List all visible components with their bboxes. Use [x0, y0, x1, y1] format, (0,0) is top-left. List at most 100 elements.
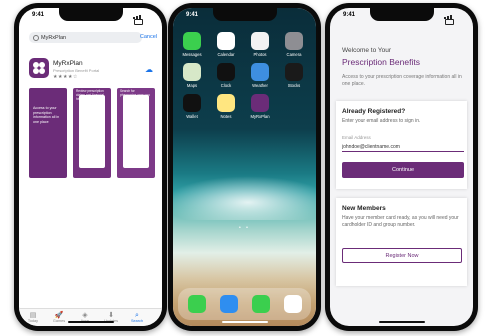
- maps-icon: [183, 63, 201, 81]
- app-label: Photos: [253, 52, 267, 57]
- messages-icon: [252, 295, 270, 313]
- app-weather[interactable]: Weather: [249, 63, 271, 88]
- search-icon: [33, 35, 39, 41]
- home-indicator[interactable]: [67, 321, 114, 323]
- screenshot-preview: [79, 95, 105, 168]
- app-label: Wallet: [186, 114, 198, 119]
- phone-app-store: 9:41 MyRxPlan Cancel MyRxPlan Prescripti…: [14, 3, 167, 331]
- app-screenshot-3[interactable]: Search for pharmacies near you: [117, 88, 155, 178]
- continue-button[interactable]: Continue: [342, 162, 464, 178]
- app-label: Camera: [286, 52, 302, 57]
- new-members-card: New Members Have your member card ready,…: [336, 198, 467, 286]
- screenshot-preview: [123, 95, 149, 168]
- intro-text: Access to your prescription coverage inf…: [342, 74, 462, 87]
- page-title: Prescription Benefits: [342, 57, 420, 67]
- apps-icon: ◈: [82, 312, 88, 319]
- tab-search[interactable]: ⌕ Search: [127, 312, 147, 323]
- tab-label: Search: [130, 319, 144, 323]
- app-label: MyRxPlan: [250, 114, 270, 119]
- messages-icon: [183, 32, 201, 50]
- registered-sub: Enter your email address to sign in.: [342, 118, 421, 124]
- benefits-screen: 9:41 Welcome to Your Prescription Benefi…: [330, 8, 473, 326]
- app-notes[interactable]: Notes: [215, 94, 237, 119]
- app-label: Clock: [220, 83, 232, 88]
- register-button[interactable]: Register Now: [342, 248, 462, 263]
- dock-app-music[interactable]: [282, 295, 304, 313]
- photos-icon: [251, 32, 269, 50]
- app-myrxplan[interactable]: MyRxPlan: [249, 94, 271, 119]
- registered-heading: Already Registered?: [342, 108, 406, 115]
- wallpaper-wave: [173, 176, 316, 220]
- camera-icon: [285, 32, 303, 50]
- notch: [369, 8, 434, 21]
- tab-today[interactable]: ▤ Today: [23, 312, 43, 323]
- app-label: Maps: [186, 83, 198, 88]
- notes-icon: [217, 94, 235, 112]
- notch: [58, 8, 123, 21]
- myrxplan-icon: [251, 94, 269, 112]
- status-time: 9:41: [343, 12, 356, 18]
- wallet-icon: [183, 94, 201, 112]
- app-clock[interactable]: Clock: [215, 63, 237, 88]
- search-input[interactable]: MyRxPlan: [29, 32, 142, 43]
- tab-label: Games: [52, 319, 66, 323]
- screenshot-caption: Access to your prescription information …: [33, 106, 60, 125]
- new-members-heading: New Members: [342, 205, 386, 212]
- home-indicator[interactable]: [378, 321, 425, 323]
- weather-icon: [251, 63, 269, 81]
- app-wallet[interactable]: Wallet: [181, 94, 203, 119]
- app-calendar[interactable]: Calendar: [215, 32, 237, 57]
- tab-bar: ▤Today 🚀Games ◈Apps ⬇Updates ⌕Search: [19, 308, 162, 326]
- tab-games[interactable]: 🚀 Games: [49, 312, 69, 323]
- calendar-icon: [217, 32, 235, 50]
- page-indicator: • •: [239, 225, 250, 231]
- welcome-text: Welcome to Your: [342, 47, 392, 54]
- games-icon: 🚀: [54, 312, 64, 319]
- safari-icon: [220, 295, 238, 313]
- dock-app-messages[interactable]: [250, 295, 272, 313]
- home-screen: 9:41 Messages Calendar Photos Camera Maps Clo…: [173, 8, 316, 326]
- new-members-sub: Have your member card ready, as you will…: [342, 215, 459, 228]
- app-maps[interactable]: Maps: [181, 63, 203, 88]
- status-time: 9:41: [186, 12, 199, 18]
- stocks-icon: [285, 63, 303, 81]
- app-messages[interactable]: Messages: [181, 32, 203, 57]
- app-name[interactable]: MyRxPlan: [53, 60, 83, 67]
- sign-in-card: Already Registered? Enter your email add…: [336, 101, 467, 189]
- app-store-screen: 9:41 MyRxPlan Cancel MyRxPlan Prescripti…: [19, 8, 162, 326]
- cancel-button[interactable]: Cancel: [140, 34, 157, 40]
- dock-app-safari[interactable]: [218, 295, 240, 313]
- app-subtitle: Prescription Benefit Portal: [53, 68, 100, 73]
- myrxplan-app-icon[interactable]: [29, 58, 49, 78]
- search-value: MyRxPlan: [41, 34, 67, 41]
- phone-icon: [188, 295, 206, 313]
- app-camera[interactable]: Camera: [283, 32, 305, 57]
- app-photos[interactable]: Photos: [249, 32, 271, 57]
- status-time: 9:41: [32, 12, 45, 18]
- app-rating: ★★★★☆: [53, 74, 78, 80]
- search-icon: ⌕: [135, 312, 139, 319]
- home-indicator[interactable]: [221, 321, 268, 323]
- app-label: Notes: [220, 114, 232, 119]
- app-label: Calendar: [217, 52, 235, 57]
- email-field[interactable]: [342, 142, 464, 152]
- signal-battery-icon: [444, 13, 462, 25]
- today-icon: ▤: [29, 312, 37, 319]
- tab-label: Today: [27, 319, 39, 323]
- app-stocks[interactable]: Stocks: [283, 63, 305, 88]
- app-label: Stocks: [287, 83, 301, 88]
- app-label: Messages: [182, 52, 202, 57]
- phone-benefits: 9:41 Welcome to Your Prescription Benefi…: [325, 3, 478, 331]
- updates-icon: ⬇: [108, 312, 114, 319]
- clock-icon: [217, 63, 235, 81]
- email-label: Email Address: [342, 135, 371, 140]
- app-screenshot-2[interactable]: Review prescription claims and financial…: [73, 88, 111, 178]
- dock: [178, 288, 311, 320]
- dock-app-phone[interactable]: [186, 295, 208, 313]
- signal-battery-icon: [133, 13, 151, 25]
- notch: [212, 8, 277, 21]
- app-label: Weather: [252, 83, 268, 88]
- app-screenshot-1[interactable]: Access to your prescription information …: [29, 88, 67, 178]
- phone-home-screen: 9:41 Messages Calendar Photos Camera Maps Clo…: [168, 3, 321, 331]
- cloud-download-icon[interactable]: ☁: [145, 65, 153, 74]
